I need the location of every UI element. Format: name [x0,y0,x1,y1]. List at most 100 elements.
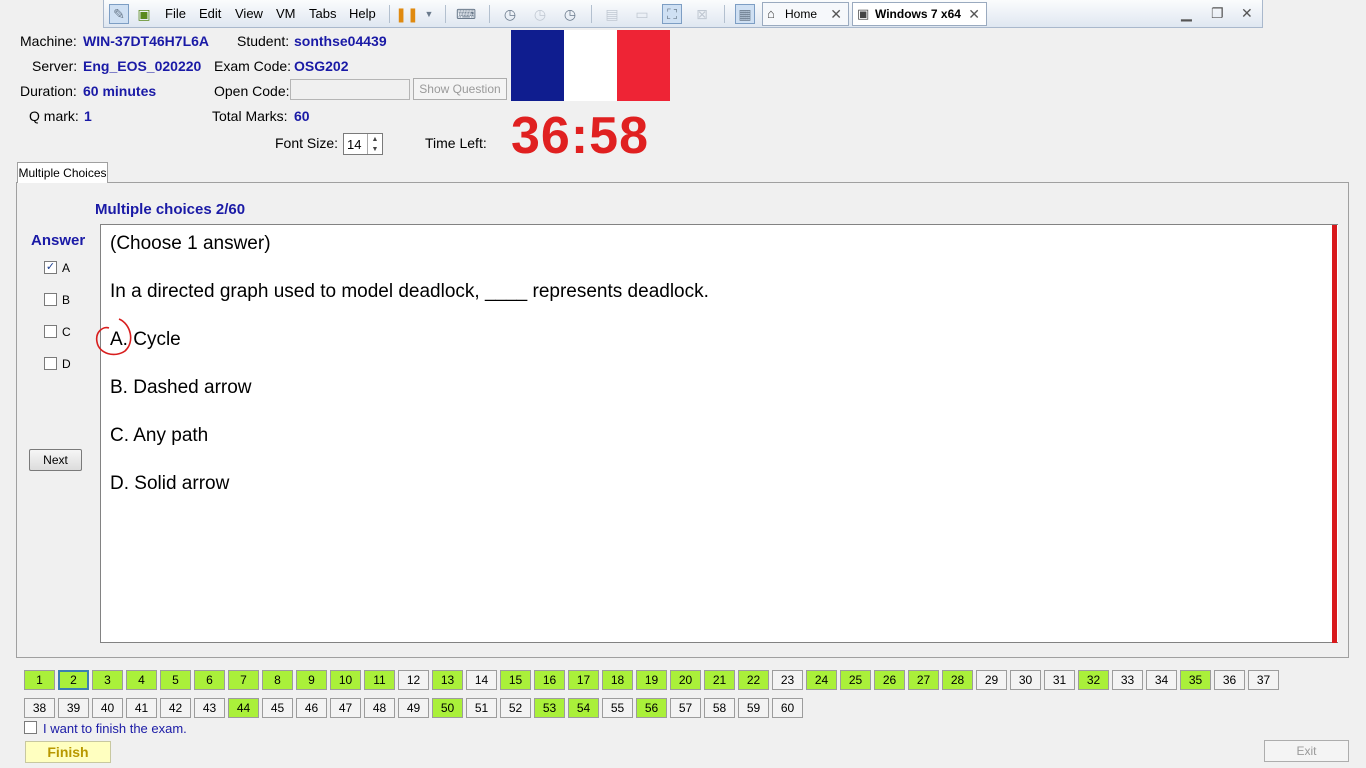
question-nav-button-56[interactable]: 56 [636,698,667,718]
question-nav-button-46[interactable]: 46 [296,698,327,718]
question-nav-button-43[interactable]: 43 [194,698,225,718]
question-nav-button-31[interactable]: 31 [1044,670,1075,690]
question-nav-button-35[interactable]: 35 [1180,670,1211,690]
question-nav-button-39[interactable]: 39 [58,698,89,718]
question-nav-button-17[interactable]: 17 [568,670,599,690]
question-nav-button-45[interactable]: 45 [262,698,293,718]
show-question-button[interactable]: Show Question [413,78,507,100]
question-nav-button-6[interactable]: 6 [194,670,225,690]
question-nav-button-2[interactable]: 2 [58,670,89,690]
question-nav-button-48[interactable]: 48 [364,698,395,718]
question-nav-button-20[interactable]: 20 [670,670,701,690]
question-nav-button-25[interactable]: 25 [840,670,871,690]
menu-edit[interactable]: Edit [199,6,221,21]
question-nav-button-14[interactable]: 14 [466,670,497,690]
question-nav-button-57[interactable]: 57 [670,698,701,718]
question-nav-button-44[interactable]: 44 [228,698,259,718]
answer-checkbox-b[interactable] [44,293,57,306]
close-icon[interactable]: ✕ [968,6,980,23]
answer-checkbox-d[interactable] [44,357,57,370]
question-nav-button-58[interactable]: 58 [704,698,735,718]
question-nav-button-40[interactable]: 40 [92,698,123,718]
menu-tabs[interactable]: Tabs [309,6,336,21]
question-nav-button-28[interactable]: 28 [942,670,973,690]
question-nav-button-5[interactable]: 5 [160,670,191,690]
question-nav-button-34[interactable]: 34 [1146,670,1177,690]
question-nav-button-51[interactable]: 51 [466,698,497,718]
question-nav-button-10[interactable]: 10 [330,670,361,690]
menu-view[interactable]: View [235,6,263,21]
question-nav-button-59[interactable]: 59 [738,698,769,718]
spin-arrows-icon[interactable]: ▲ ▼ [367,134,382,154]
question-nav-button-4[interactable]: 4 [126,670,157,690]
question-nav-button-41[interactable]: 41 [126,698,157,718]
question-nav-button-16[interactable]: 16 [534,670,565,690]
question-nav-button-13[interactable]: 13 [432,670,463,690]
exit-button[interactable]: Exit [1264,740,1349,762]
close-window-icon[interactable]: ✕ [1241,5,1253,22]
question-nav-button-32[interactable]: 32 [1078,670,1109,690]
tab-windows7[interactable]: ▣ Windows 7 x64 ✕ [852,2,987,26]
question-nav-button-26[interactable]: 26 [874,670,905,690]
fullscreen-icon[interactable]: ⛶ [662,4,682,24]
question-nav-button-29[interactable]: 29 [976,670,1007,690]
close-icon[interactable]: ✕ [830,6,842,23]
pin-icon[interactable]: ✎ [109,4,129,24]
question-nav-button-3[interactable]: 3 [92,670,123,690]
question-nav-button-21[interactable]: 21 [704,670,735,690]
restore-icon[interactable]: ❐ [1211,5,1224,22]
question-nav-button-30[interactable]: 30 [1010,670,1041,690]
finish-exam-checkbox[interactable] [24,721,37,734]
font-size-stepper[interactable]: 14 ▲ ▼ [343,133,383,155]
send-keys-icon[interactable]: ⌨ [456,4,476,24]
question-nav-button-50[interactable]: 50 [432,698,463,718]
question-nav-button-19[interactable]: 19 [636,670,667,690]
sidebar-icon[interactable]: ▤ [602,4,622,24]
vm-console-icon[interactable]: ▣ [134,4,154,24]
question-nav-button-54[interactable]: 54 [568,698,599,718]
question-nav-button-9[interactable]: 9 [296,670,327,690]
question-nav-button-24[interactable]: 24 [806,670,837,690]
snapshot-manager-icon[interactable]: ◷ [560,4,580,24]
question-nav-button-37[interactable]: 37 [1248,670,1279,690]
finish-button[interactable]: Finish [25,741,111,763]
question-nav-button-60[interactable]: 60 [772,698,803,718]
answer-checkbox-a[interactable]: ✓ [44,261,57,274]
thumbnail-icon[interactable]: ▭ [632,4,652,24]
question-nav-button-38[interactable]: 38 [24,698,55,718]
question-nav-button-23[interactable]: 23 [772,670,803,690]
question-nav-button-33[interactable]: 33 [1112,670,1143,690]
question-nav-button-8[interactable]: 8 [262,670,293,690]
question-nav-button-49[interactable]: 49 [398,698,429,718]
minimize-icon[interactable]: ▁ [1181,5,1192,22]
question-nav-button-47[interactable]: 47 [330,698,361,718]
question-nav-button-52[interactable]: 52 [500,698,531,718]
library-icon[interactable]: ▦ [735,4,755,24]
question-nav-button-42[interactable]: 42 [160,698,191,718]
question-nav-button-7[interactable]: 7 [228,670,259,690]
menu-help[interactable]: Help [349,6,376,21]
menu-file[interactable]: File [165,6,186,21]
menu-vm[interactable]: VM [276,6,296,21]
question-nav-button-1[interactable]: 1 [24,670,55,690]
answer-checkbox-c[interactable] [44,325,57,338]
question-nav-button-53[interactable]: 53 [534,698,565,718]
snapshot-icon[interactable]: ◷ [500,4,520,24]
question-nav-button-55[interactable]: 55 [602,698,633,718]
question-nav-button-15[interactable]: 15 [500,670,531,690]
unity-icon[interactable]: ⊠ [692,4,712,24]
question-nav-button-18[interactable]: 18 [602,670,633,690]
chevron-down-icon[interactable]: ▼ [419,4,439,24]
question-nav-button-27[interactable]: 27 [908,670,939,690]
question-scroll-bar[interactable] [1332,225,1337,643]
tab-home[interactable]: ⌂ Home ✕ [762,2,849,26]
revert-snapshot-icon[interactable]: ◷ [530,4,550,24]
question-nav-button-36[interactable]: 36 [1214,670,1245,690]
question-nav-button-11[interactable]: 11 [364,670,395,690]
tab-multiple-choices[interactable]: Multiple Choices [17,162,108,183]
question-nav-button-12[interactable]: 12 [398,670,429,690]
open-code-input[interactable] [290,79,410,100]
next-button[interactable]: Next [29,449,82,471]
pause-icon[interactable]: ❚❚ [395,4,418,24]
question-nav-button-22[interactable]: 22 [738,670,769,690]
